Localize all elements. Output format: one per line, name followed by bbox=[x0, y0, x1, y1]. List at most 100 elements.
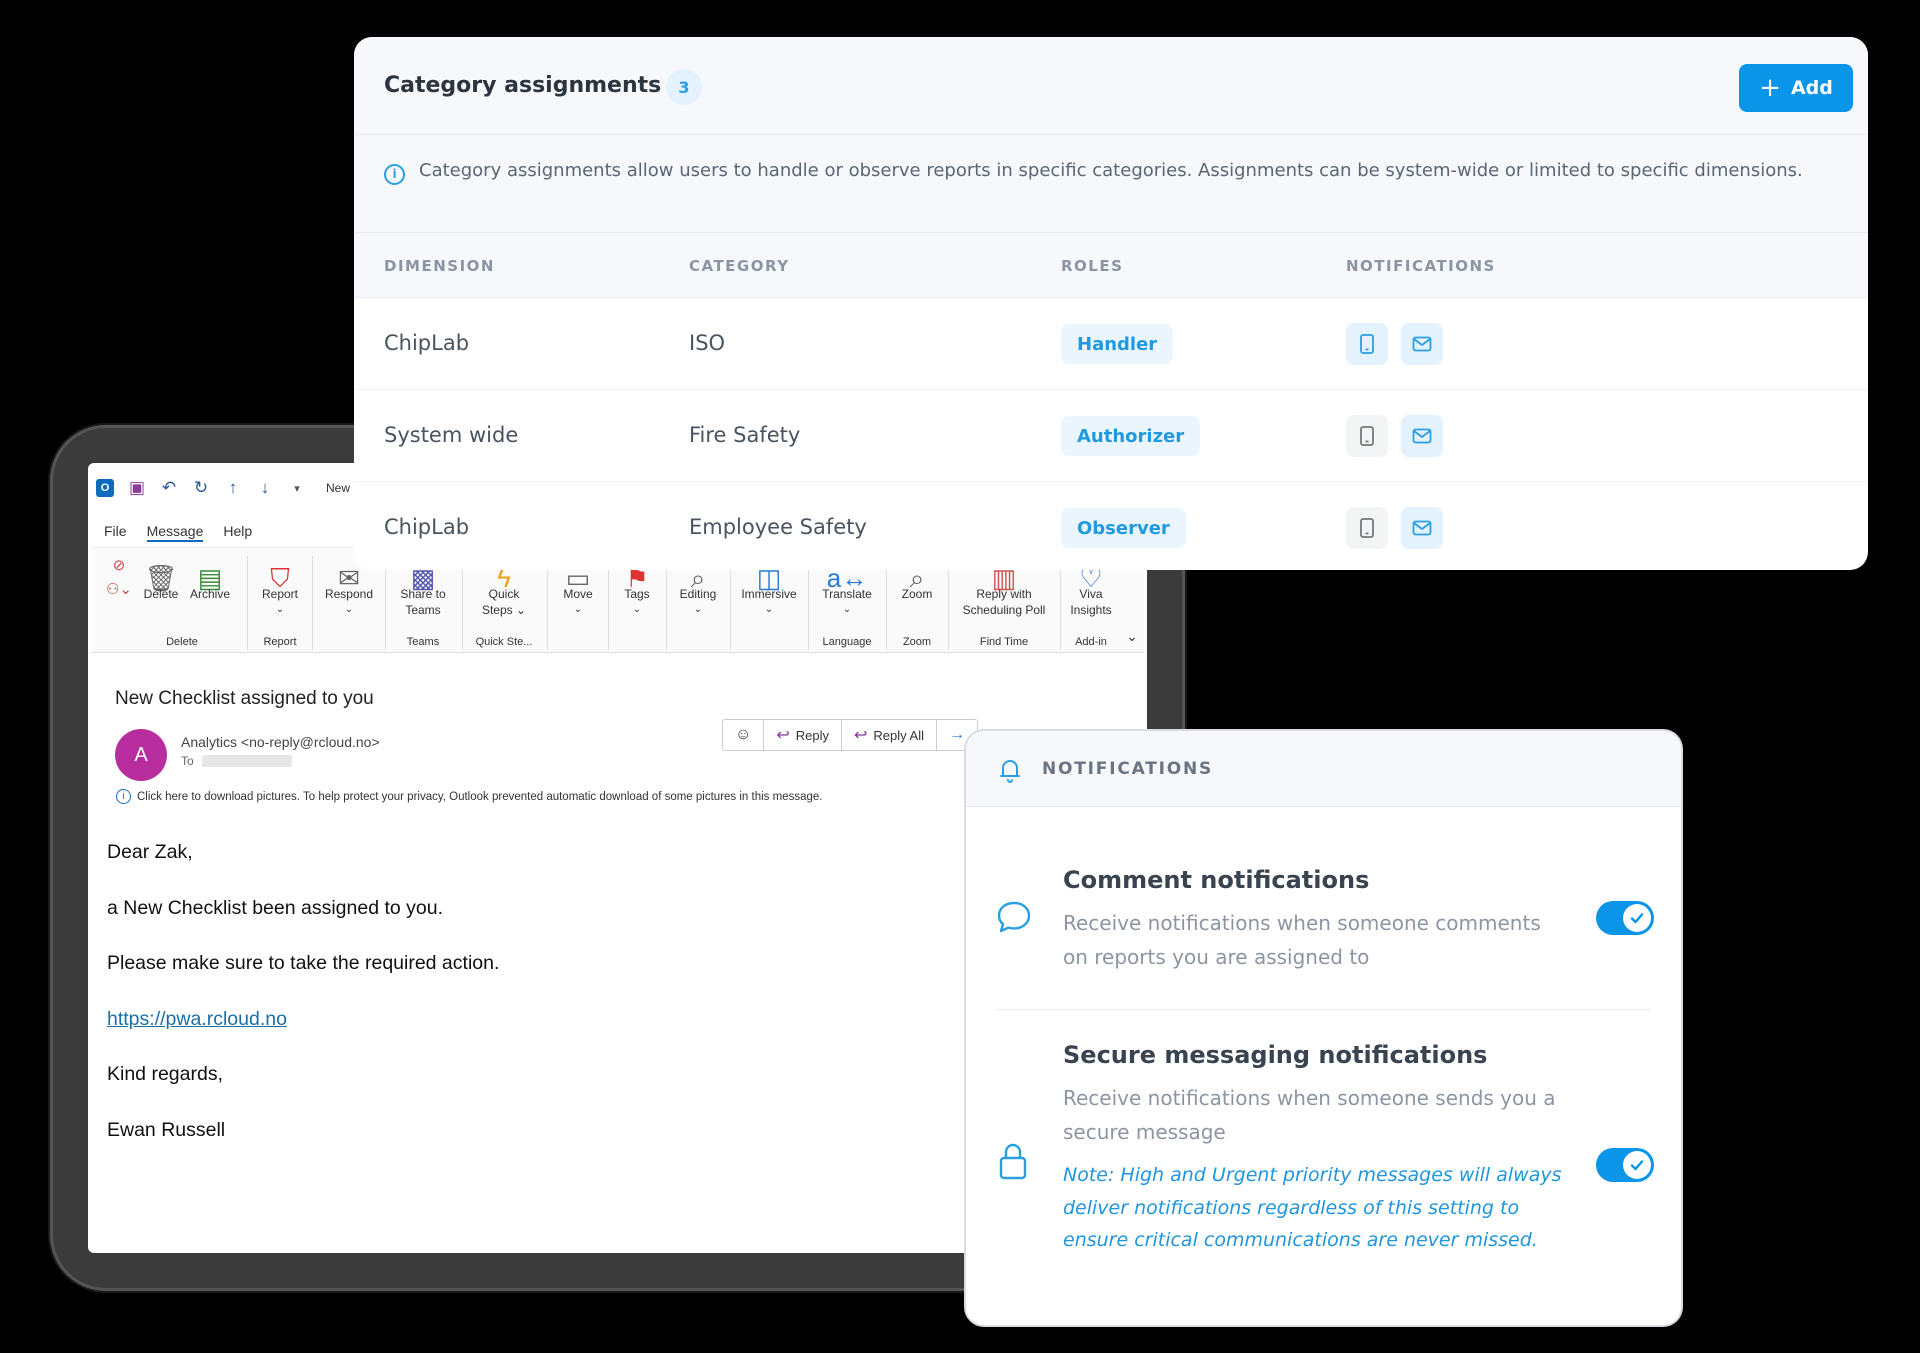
privacy-notice[interactable]: i Click here to download pictures. To he… bbox=[116, 789, 822, 804]
group-find-time-label: Find Time bbox=[979, 636, 1029, 648]
category-assignments-header: Category assignments 3 + Add bbox=[354, 37, 1868, 135]
reply-all-label: Reply All bbox=[873, 727, 924, 743]
delete-label: Delete bbox=[143, 587, 179, 601]
assignment-rows: ChipLab ISO Handler System wide Fire Safety A… bbox=[354, 298, 1868, 570]
secure-messaging-title: Secure messaging notifications bbox=[1063, 1041, 1488, 1069]
card-title: Category assignments bbox=[384, 73, 662, 98]
to-line: To bbox=[181, 754, 292, 768]
notifications-card: NOTIFICATIONS Comment notifications Rece… bbox=[966, 731, 1681, 1325]
ignore-button[interactable]: ⊘ ⚇⌄ bbox=[102, 552, 136, 598]
tags-label: Tags bbox=[624, 587, 650, 601]
emoji-icon: ☺ bbox=[735, 726, 752, 743]
reply-all-arrow-icon: ↩ bbox=[854, 727, 868, 744]
viva-label-2: Insights bbox=[1070, 603, 1112, 617]
redo-icon[interactable]: ↻ bbox=[192, 478, 210, 497]
body-link[interactable]: https://pwa.rcloud.no bbox=[107, 1008, 287, 1030]
save-icon[interactable]: ▣ bbox=[128, 478, 146, 497]
settings-divider bbox=[996, 1009, 1651, 1010]
lock-icon bbox=[999, 1143, 1027, 1180]
share-label-1: Share to bbox=[400, 587, 446, 601]
report-shield-icon: ⛉ bbox=[270, 563, 290, 593]
menu-tabs: File Message Help bbox=[104, 523, 252, 542]
report-button[interactable]: ⛉ Report ⌄ bbox=[252, 552, 308, 618]
window-title: New bbox=[326, 481, 351, 495]
group-teams-label: Teams bbox=[406, 636, 440, 648]
column-header-category: CATEGORY bbox=[689, 257, 790, 275]
archive-icon: ▤ bbox=[197, 563, 223, 593]
to-label: To bbox=[181, 754, 194, 768]
category-assignments-card: Category assignments 3 + Add i Category a… bbox=[354, 37, 1868, 570]
undo-icon[interactable]: ↶ bbox=[160, 478, 178, 497]
respond-label: Respond bbox=[324, 587, 374, 601]
comment-notifications-toggle[interactable] bbox=[1596, 901, 1654, 935]
email-notification-icon[interactable] bbox=[1401, 323, 1443, 365]
customize-toolbar-icon[interactable]: ▾ bbox=[288, 479, 306, 497]
mobile-notification-icon[interactable] bbox=[1346, 415, 1388, 457]
viva-label-1: Viva bbox=[1079, 587, 1103, 601]
table-header: DIMENSION CATEGORY ROLES NOTIFICATIONS bbox=[354, 233, 1868, 298]
sender-address[interactable]: Analytics <no-reply@rcloud.no> bbox=[181, 734, 380, 750]
secure-messaging-toggle[interactable] bbox=[1596, 1148, 1654, 1182]
trash-icon: 🗑 bbox=[144, 563, 178, 593]
secure-messaging-note: Note: High and Urgent priority messages … bbox=[1063, 1164, 1562, 1251]
archive-label: Archive bbox=[189, 587, 230, 601]
quick-steps-label-1: Quick bbox=[488, 587, 520, 601]
share-label-2: Teams bbox=[405, 603, 441, 617]
dimension-cell: ChipLab bbox=[384, 331, 470, 355]
tab-file[interactable]: File bbox=[104, 523, 127, 542]
info-text: Category assignments allow users to hand… bbox=[419, 160, 1803, 181]
emoji-button[interactable]: ☺ bbox=[723, 720, 765, 750]
reply-toolbar: ☺ ↩ Reply ↩ Reply All → bbox=[722, 719, 978, 751]
message-subject: New Checklist assigned to you bbox=[115, 688, 374, 709]
ribbon-expand-icon[interactable]: ⌄ bbox=[1122, 628, 1142, 644]
category-cell: Fire Safety bbox=[689, 423, 801, 447]
dimension-cell: System wide bbox=[384, 423, 519, 447]
archive-button[interactable]: ▤ Archive bbox=[184, 552, 236, 602]
move-label: Move bbox=[563, 587, 593, 601]
outlook-logo-icon: O bbox=[96, 479, 114, 497]
group-report-label: Report bbox=[263, 636, 297, 648]
table-row[interactable]: ChipLab Employee Safety Observer bbox=[354, 482, 1868, 570]
group-zoom-label: Zoom bbox=[902, 636, 932, 648]
reply-button[interactable]: ↩ Reply bbox=[764, 720, 842, 750]
quick-access-toolbar: O ▣ ↶ ↻ ↑ ↓ ▾ New bbox=[96, 477, 350, 499]
sender-avatar: A bbox=[115, 729, 167, 781]
body-line-1: a New Checklist been assigned to you. bbox=[107, 896, 444, 919]
check-icon bbox=[1623, 1151, 1651, 1179]
table-row[interactable]: ChipLab ISO Handler bbox=[354, 298, 1868, 390]
email-notification-icon[interactable] bbox=[1401, 507, 1443, 549]
quick-steps-label-2: Steps ⌄ bbox=[481, 603, 527, 617]
mobile-notification-icon[interactable] bbox=[1346, 323, 1388, 365]
group-addin-label: Add-in bbox=[1075, 636, 1107, 648]
bell-icon bbox=[1000, 760, 1020, 783]
arrow-down-icon[interactable]: ↓ bbox=[256, 478, 274, 497]
secure-messaging-description: Receive notifications when someone sends… bbox=[1063, 1086, 1556, 1144]
table-row[interactable]: System wide Fire Safety Authorizer bbox=[354, 390, 1868, 482]
tab-help[interactable]: Help bbox=[223, 523, 252, 542]
comment-notifications-title: Comment notifications bbox=[1063, 866, 1370, 894]
assignment-count-badge: 3 bbox=[666, 69, 702, 105]
tab-message[interactable]: Message bbox=[146, 523, 204, 542]
arrow-up-icon[interactable]: ↑ bbox=[224, 478, 242, 497]
reply-poll-label-2: Scheduling Poll bbox=[962, 603, 1046, 617]
body-greeting: Dear Zak, bbox=[107, 841, 193, 863]
role-badge: Handler bbox=[1061, 324, 1174, 364]
delete-button[interactable]: 🗑 Delete bbox=[138, 552, 184, 602]
dimension-cell: ChipLab bbox=[384, 515, 470, 539]
forward-arrow-icon: → bbox=[948, 726, 965, 743]
check-icon bbox=[1623, 904, 1651, 932]
mobile-notification-icon[interactable] bbox=[1346, 507, 1388, 549]
reply-arrow-icon: ↩ bbox=[776, 727, 790, 744]
zoom-label: Zoom bbox=[901, 587, 933, 601]
role-badge: Observer bbox=[1061, 508, 1186, 548]
add-assignment-button[interactable]: + Add bbox=[1739, 64, 1853, 112]
ignore-icon: ⊘ bbox=[112, 557, 126, 574]
info-icon: i bbox=[384, 163, 405, 185]
add-label: Add bbox=[1790, 77, 1833, 99]
info-banner: i Category assignments allow users to han… bbox=[354, 135, 1868, 233]
group-quick-steps-label: Quick Ste... bbox=[475, 636, 533, 648]
email-notification-icon[interactable] bbox=[1401, 415, 1443, 457]
reply-all-button[interactable]: ↩ Reply All bbox=[842, 720, 937, 750]
block-sender-icon: ⚇⌄ bbox=[105, 581, 132, 598]
immersive-label: Immersive bbox=[741, 587, 797, 601]
